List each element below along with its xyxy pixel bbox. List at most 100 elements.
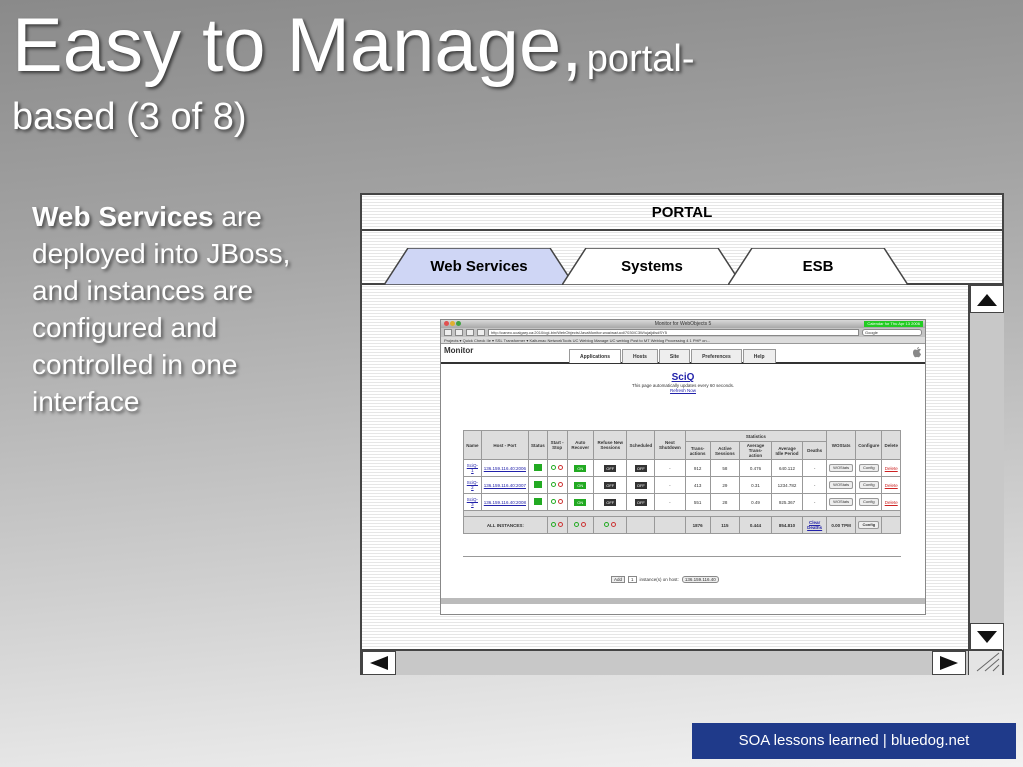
portal-window: PORTAL Web Services Systems ESB Monitor …	[360, 193, 1004, 675]
monitor-screenshot: Monitor for WebObjects 5 Calendar for Th…	[440, 319, 926, 615]
table-row: SciQ-1 136.159.116.40:2006 ON OFF OFF - …	[463, 459, 901, 477]
add-instance-text: instance(s) on host:	[639, 577, 679, 582]
scheduled-toggle[interactable]: OFF	[626, 476, 656, 494]
all-start-stop[interactable]	[546, 516, 568, 534]
scroll-left-button[interactable]	[362, 651, 396, 675]
config-button[interactable]: Config	[855, 493, 883, 511]
monitor-title: Monitor	[444, 346, 474, 355]
url-field[interactable]: http://caneo.ucalgary.ca:2010/cgi-bin/We…	[488, 329, 859, 336]
monitor-tab-preferences[interactable]: Preferences	[691, 349, 742, 363]
all-instances-label: ALL INSTANCES:	[463, 516, 548, 534]
instance-name[interactable]: SciQ-3	[463, 493, 482, 511]
home-button[interactable]	[477, 329, 485, 336]
col-wostats: WOStats	[826, 430, 857, 460]
bullet-text: Web Services are deployed into JBoss, an…	[32, 198, 332, 420]
title-main: Easy to Manage,	[12, 3, 583, 88]
calendar-badge: Calendar for Thu Apr 13 2006	[864, 321, 923, 327]
all-transactions: 1876	[684, 516, 711, 534]
scroll-up-button[interactable]	[970, 285, 1004, 313]
avg-transaction: 0.31	[739, 476, 772, 494]
start-stop-buttons[interactable]	[546, 493, 568, 511]
auto-recover-toggle[interactable]: ON	[566, 493, 595, 511]
host-select[interactable]: 136.159.116.40	[681, 576, 719, 583]
scroll-down-button[interactable]	[970, 623, 1004, 651]
search-field[interactable]: Google	[862, 329, 922, 336]
config-button[interactable]: Config	[855, 459, 883, 477]
browser-toolbar: http://caneo.ucalgary.ca:2010/cgi-bin/We…	[441, 328, 925, 337]
all-refuse[interactable]	[593, 516, 628, 534]
wostats-button[interactable]: WOStats	[826, 476, 857, 494]
all-delete	[881, 516, 901, 534]
avg-transaction: 0.476	[739, 459, 772, 477]
all-avg: 0.444	[739, 516, 772, 534]
instance-name[interactable]: SciQ-2	[463, 476, 482, 494]
title-small: portal-	[586, 38, 695, 80]
avg-idle: 640.112	[770, 459, 804, 477]
refresh-link[interactable]: Refresh Now	[441, 388, 925, 393]
horizontal-scrollbar[interactable]	[362, 649, 1002, 675]
next-shutdown: -	[654, 476, 686, 494]
delete-link[interactable]: Delete	[881, 476, 901, 494]
wostats-button[interactable]: WOStats	[826, 459, 857, 477]
arrow-up-icon	[977, 294, 997, 306]
tab-web-services-label: Web Services	[430, 258, 528, 275]
tab-esb-label: ESB	[802, 258, 834, 275]
instance-name[interactable]: SciQ-1	[463, 459, 482, 477]
window-controls[interactable]	[444, 321, 462, 329]
status-icon	[527, 493, 548, 511]
instance-host[interactable]: 136.159.116.40:2008	[480, 493, 529, 511]
col-start-stop: Start - Stop	[546, 430, 568, 460]
config-button[interactable]: Config	[855, 476, 883, 494]
divider	[463, 556, 901, 557]
add-button[interactable]: Add	[611, 576, 626, 583]
instance-host[interactable]: 136.159.116.40:2007	[480, 476, 529, 494]
tab-web-services[interactable]: Web Services	[384, 248, 574, 285]
add-count-field[interactable]: 1	[628, 576, 637, 583]
clear-deaths-link[interactable]: Clear Deaths	[802, 516, 828, 534]
bullet-rest: are deployed into JBoss, and instances a…	[32, 201, 291, 417]
all-config-button[interactable]: Config	[855, 516, 883, 534]
monitor-tabs: Applications Hosts Site Preferences Help	[569, 349, 777, 363]
scroll-right-button[interactable]	[932, 651, 966, 675]
start-stop-buttons[interactable]	[546, 459, 568, 477]
instance-host[interactable]: 136.159.116.40:2006	[480, 459, 529, 477]
avg-idle: 925.367	[770, 493, 804, 511]
auto-recover-toggle[interactable]: ON	[566, 476, 595, 494]
scheduled-toggle[interactable]: OFF	[626, 493, 656, 511]
tab-esb[interactable]: ESB	[728, 248, 908, 285]
apple-logo-icon	[913, 347, 921, 358]
delete-link[interactable]: Delete	[881, 493, 901, 511]
monitor-tab-site[interactable]: Site	[658, 349, 691, 363]
all-idle: 854.810	[770, 516, 804, 534]
resize-grip[interactable]	[968, 651, 1002, 675]
scheduled-toggle[interactable]: OFF	[626, 459, 656, 477]
forward-button[interactable]	[455, 329, 463, 336]
arrow-left-icon	[370, 656, 388, 670]
back-button[interactable]	[444, 329, 452, 336]
wostats-button[interactable]: WOStats	[826, 493, 857, 511]
title-line2: based (3 of 8)	[12, 96, 247, 138]
add-instance-row: Add 1 instance(s) on host: 136.159.116.4…	[611, 576, 719, 583]
all-auto-recover[interactable]	[566, 516, 595, 534]
monitor-tab-help[interactable]: Help	[742, 349, 776, 363]
refuse-toggle[interactable]: OFF	[593, 476, 628, 494]
slide-title: Easy to Manage, portal- based (3 of 8)	[12, 8, 695, 138]
refuse-toggle[interactable]: OFF	[593, 493, 628, 511]
transactions: 413	[684, 476, 711, 494]
auto-recover-toggle[interactable]: ON	[566, 459, 595, 477]
start-stop-buttons[interactable]	[546, 476, 568, 494]
avg-transaction: 0.49	[739, 493, 772, 511]
col-transactions: Trans-actions	[684, 441, 711, 460]
vertical-scrollbar[interactable]	[968, 285, 1004, 651]
refuse-toggle[interactable]: OFF	[593, 459, 628, 477]
bookmarks-bar[interactable]: Projects ▾ Quick Check IIe ▾ SSL Transfo…	[441, 337, 925, 344]
col-next-shutdown: Next Shutdown	[654, 430, 686, 460]
col-statistics: Statistics	[684, 430, 828, 442]
reload-button[interactable]	[466, 329, 474, 336]
all-scheduled	[626, 516, 656, 534]
monitor-tab-hosts[interactable]: Hosts	[622, 349, 658, 363]
tab-systems[interactable]: Systems	[562, 248, 742, 285]
delete-link[interactable]: Delete	[881, 459, 901, 477]
app-name-link[interactable]: SciQ	[441, 372, 925, 383]
monitor-tab-applications[interactable]: Applications	[569, 349, 622, 363]
